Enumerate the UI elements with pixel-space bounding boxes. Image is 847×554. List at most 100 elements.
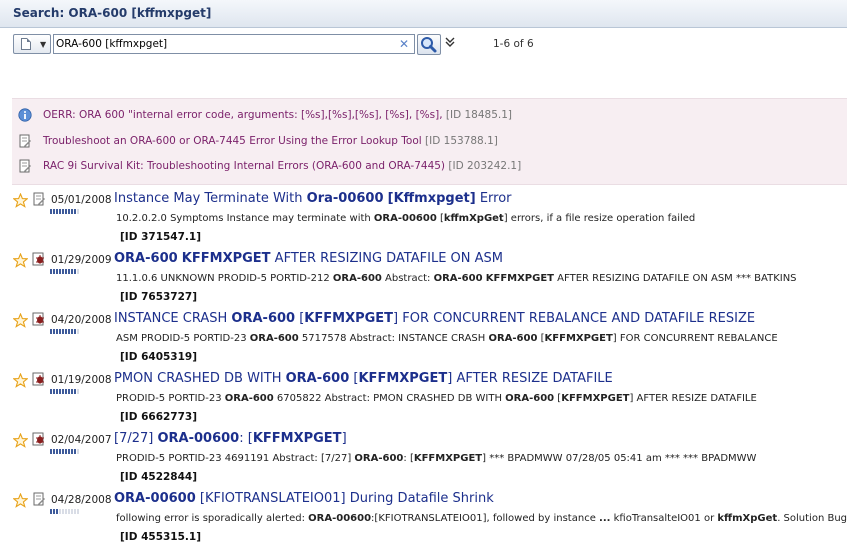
relevance-segment [56,449,58,454]
note-icon [32,192,46,206]
result-snippet: PRODID-5 PORTID-23 4691191 Abstract: [7/… [116,453,757,464]
bug-icon [32,252,46,266]
result-id: [ID 4522844] [120,471,198,483]
clear-search-icon[interactable]: ✕ [397,37,411,51]
bug-icon [32,372,46,386]
featured-link[interactable]: Troubleshoot an ORA-600 or ORA-7445 Erro… [43,135,498,147]
relevance-segment [59,389,61,394]
magnifier-icon [421,37,437,53]
relevance-segment [59,209,61,214]
result-snippet: 10.2.0.2.0 Symptoms Instance may termina… [116,213,696,224]
result-item: 04/28/2008 ORA-00600 [KFIOTRANSLATEIO01] … [12,491,847,549]
featured-link[interactable]: OERR: ORA 600 "internal error code, argu… [43,109,512,121]
relevance-segment [62,509,64,514]
relevance-segment [65,269,67,274]
relevance-segment [59,329,61,334]
result-id: [ID 455315.1] [120,531,202,543]
relevance-segment [65,509,67,514]
search-input[interactable] [56,36,386,52]
relevance-segment [71,449,73,454]
relevance-meter [50,389,79,394]
relevance-segment [77,209,79,214]
relevance-segment [74,449,76,454]
featured-results: OERR: ORA 600 "internal error code, argu… [12,98,847,185]
relevance-meter [50,449,79,454]
result-title-link[interactable]: Instance May Terminate With Ora-00600 [K… [114,191,512,206]
relevance-segment [50,389,52,394]
result-title-link[interactable]: ORA-00600 [KFIOTRANSLATEIO01] During Dat… [114,491,494,506]
relevance-meter [50,509,79,514]
search-field[interactable]: ✕ [53,34,415,54]
relevance-segment [50,509,52,514]
relevance-segment [53,269,55,274]
relevance-meter [50,209,79,214]
document-icon [19,159,31,173]
favorite-star-icon[interactable] [12,432,29,448]
relevance-segment [68,209,70,214]
result-id: [ID 6662773] [120,411,198,423]
result-snippet: 11.1.0.6 UNKNOWN PRODID-5 PORTID-212 ORA… [116,273,797,284]
favorite-star-icon[interactable] [12,192,29,208]
result-count: 1-6 of 6 [493,38,534,50]
relevance-segment [71,509,73,514]
relevance-meter [50,329,79,334]
new-document-dropdown-button[interactable]: ▼ [13,34,51,54]
relevance-segment [71,269,73,274]
search-title-bar: Search: ORA-600 [kffmxpget] [0,0,847,28]
relevance-segment [74,269,76,274]
relevance-segment [50,269,52,274]
relevance-segment [77,269,79,274]
result-date: 01/29/2009 [51,254,112,266]
relevance-segment [59,509,61,514]
search-title: Search: ORA-600 [kffmxpget] [13,6,212,20]
new-document-icon [21,38,31,50]
search-button[interactable] [417,34,441,55]
bug-icon [32,432,46,446]
relevance-segment [50,209,52,214]
favorite-star-icon[interactable] [12,252,29,268]
result-snippet: PRODID-5 PORTID-23 ORA-600 6705822 Abstr… [116,393,757,404]
relevance-segment [71,389,73,394]
featured-link[interactable]: RAC 9i Survival Kit: Troubleshooting Int… [43,160,521,172]
relevance-segment [71,329,73,334]
result-item: 02/04/2007 [7/27] ORA-00600: [KFFMXPGET] P… [12,431,843,489]
favorite-star-icon[interactable] [12,312,29,328]
relevance-segment [74,209,76,214]
relevance-segment [68,509,70,514]
result-title-link[interactable]: ORA-600 KFFMXPGET AFTER RESIZING DATAFIL… [114,251,503,266]
relevance-segment [56,329,58,334]
relevance-segment [65,389,67,394]
result-date: 04/20/2008 [51,314,112,326]
result-title-link[interactable]: INSTANCE CRASH ORA-600 [KFFMXPGET] FOR C… [114,311,755,326]
relevance-segment [50,329,52,334]
favorite-star-icon[interactable] [12,492,29,508]
result-title-link[interactable]: PMON CRASHED DB WITH ORA-600 [KFFMXPGET]… [114,371,613,386]
relevance-segment [62,209,64,214]
result-date: 04/28/2008 [51,494,112,506]
result-snippet: ASM PRODID-5 PORTID-23 ORA-600 5717578 A… [116,333,778,344]
relevance-meter [50,269,79,274]
relevance-segment [53,389,55,394]
note-icon [32,492,46,506]
result-item: 01/29/2009 ORA-600 KFFMXPGET AFTER RESIZI… [12,251,843,309]
relevance-segment [65,449,67,454]
info-icon [18,108,32,122]
favorite-star-icon[interactable] [12,372,29,388]
relevance-segment [50,449,52,454]
relevance-segment [62,329,64,334]
result-date: 05/01/2008 [51,194,112,206]
relevance-segment [53,449,55,454]
result-snippet: following error is sporadically alerted:… [116,513,847,524]
relevance-segment [77,509,79,514]
result-date: 02/04/2007 [51,434,112,446]
relevance-segment [74,509,76,514]
search-toolbar: ▼ ✕ 1-6 of 6 [13,34,847,56]
result-id: [ID 371547.1] [120,231,202,243]
relevance-segment [77,389,79,394]
result-item: 04/20/2008 INSTANCE CRASH ORA-600 [KFFMXP… [12,311,843,369]
relevance-segment [68,389,70,394]
double-chevron-down-icon[interactable] [445,36,455,51]
relevance-segment [77,329,79,334]
relevance-segment [62,269,64,274]
result-title-link[interactable]: [7/27] ORA-00600: [KFFMXPGET] [114,431,347,446]
